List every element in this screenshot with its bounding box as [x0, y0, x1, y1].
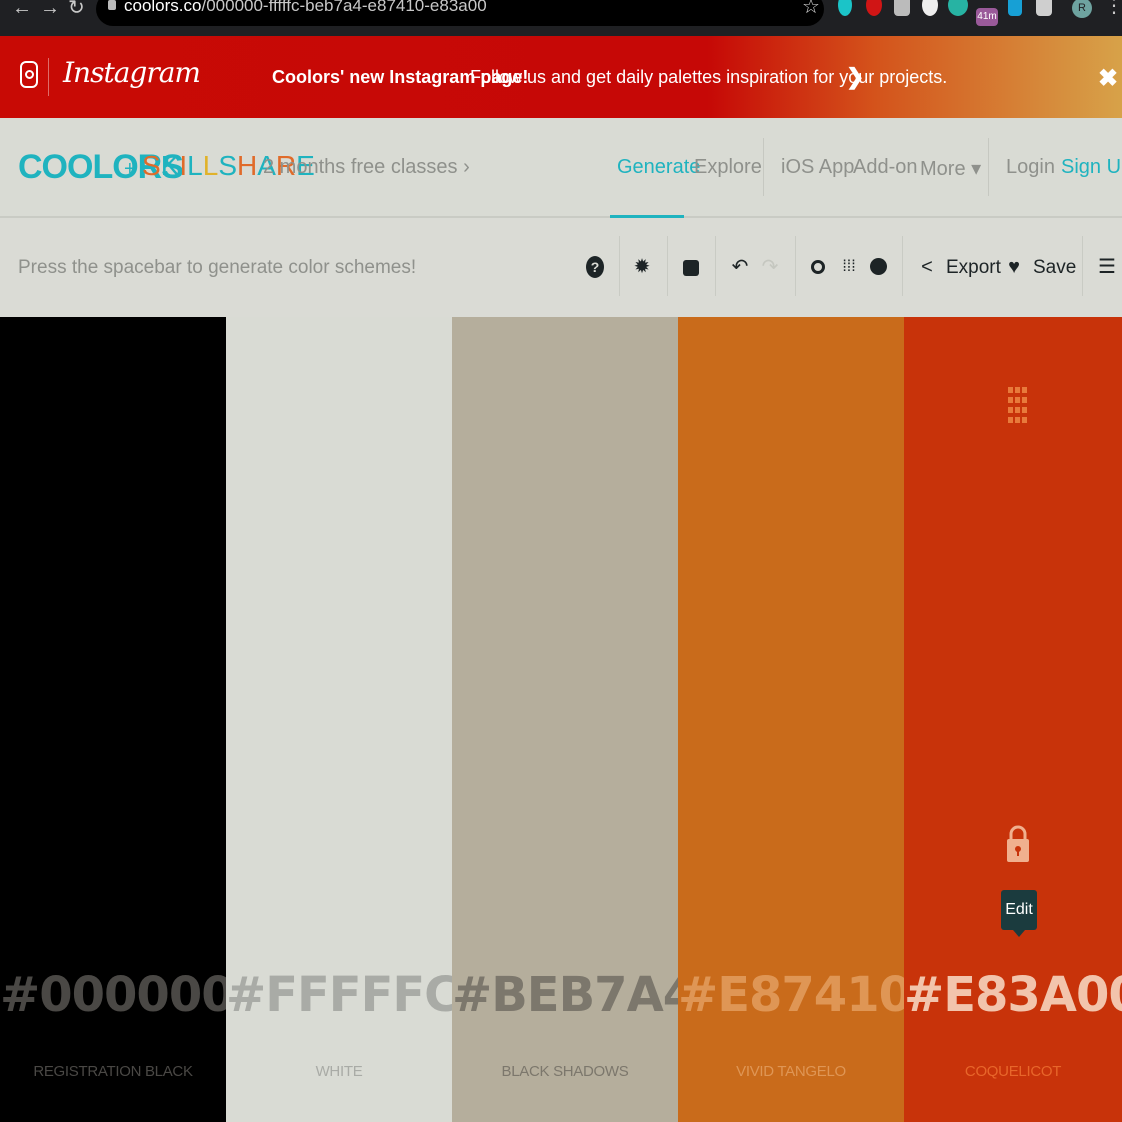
instagram-icon [20, 61, 38, 88]
divider [48, 58, 49, 96]
forward-icon[interactable]: → [40, 0, 60, 18]
profile-avatar[interactable]: R [1072, 0, 1092, 18]
color-name: WHITE [315, 1063, 363, 1080]
grid-view-icon[interactable]: ⁞⁞⁞ [840, 256, 858, 278]
contrast-icon[interactable] [870, 258, 887, 275]
close-icon[interactable]: ✖ [1098, 64, 1118, 93]
color-column-4[interactable]: #E87410 VIVID TANGELO [678, 317, 912, 1122]
color-name: BLACK SHADOWS [501, 1063, 629, 1080]
url-text: coolors.co/000000-fffffc-beb7a4-e87410-e… [124, 0, 487, 15]
divider [763, 138, 764, 196]
drag-handle-icon[interactable] [1008, 387, 1028, 425]
extension-icon[interactable] [838, 0, 852, 16]
extension-icon[interactable] [1008, 0, 1022, 16]
color-hex[interactable]: #E87410 [678, 967, 912, 1023]
divider [619, 236, 620, 296]
extension-icon[interactable] [866, 0, 882, 16]
undo-icon[interactable]: ↶ [731, 256, 749, 278]
bookmark-star-icon[interactable]: ☆ [802, 0, 820, 19]
export-button[interactable]: Export [946, 257, 1001, 279]
lock-icon [108, 0, 116, 10]
instagram-wordmark: Instagram [63, 56, 201, 89]
nav-explore[interactable]: Explore [694, 156, 762, 179]
reload-icon[interactable]: ↻ [68, 0, 85, 18]
color-column-5[interactable]: Edit #E83A00 COQUELICOT [904, 317, 1122, 1122]
banner-message: Follow us and get daily palettes inspira… [470, 67, 948, 87]
redo-icon[interactable]: ↷ [761, 256, 779, 278]
color-column-2[interactable]: #FFFFFC WHITE [226, 317, 459, 1122]
divider [667, 236, 668, 296]
divider [715, 236, 716, 296]
color-hex[interactable]: #000000 [0, 967, 235, 1023]
nav-login[interactable]: Login [1006, 156, 1055, 179]
address-bar[interactable]: coolors.co/000000-fffffc-beb7a4-e87410-e… [96, 0, 824, 26]
nav-signup[interactable]: Sign Up [1061, 156, 1122, 179]
share-icon[interactable]: < [918, 256, 936, 278]
color-name: REGISTRATION BLACK [33, 1063, 193, 1080]
extension-icon[interactable] [894, 0, 910, 16]
menu-icon[interactable]: ⋮ [1104, 0, 1122, 16]
nav-addon[interactable]: Add-on [853, 156, 918, 179]
hamburger-menu-icon[interactable]: ☰ [1098, 256, 1116, 278]
lock-icon[interactable] [1006, 824, 1030, 862]
save-icon[interactable]: ♥ [1006, 256, 1022, 278]
instagram-banner[interactable]: Instagram Coolors' new Instagram page! F… [0, 36, 1122, 118]
back-icon[interactable]: ← [12, 0, 32, 18]
nav-more[interactable]: More ▾ [920, 156, 981, 181]
color-hex[interactable]: #BEB7A4 [452, 967, 696, 1023]
color-hex[interactable]: #E83A00 [904, 967, 1122, 1023]
color-picker-icon[interactable] [811, 260, 825, 274]
color-column-1[interactable]: #000000 REGISTRATION BLACK [0, 317, 235, 1122]
color-hex[interactable]: #FFFFFC [226, 967, 459, 1023]
divider [988, 138, 989, 196]
grammarly-icon[interactable] [948, 0, 968, 16]
divider [902, 236, 903, 296]
nav-generate[interactable]: Generate [617, 156, 700, 179]
plus-sign: + [124, 158, 136, 180]
nav-ios-app[interactable]: iOS App [781, 156, 854, 179]
save-button[interactable]: Save [1033, 257, 1076, 279]
browser-toolbar: ← → ↻ coolors.co/000000-fffffc-beb7a4-e8… [0, 0, 1122, 36]
divider [795, 236, 796, 296]
color-column-3[interactable]: #BEB7A4 BLACK SHADOWS [452, 317, 696, 1122]
timer-badge[interactable]: 41m [976, 8, 998, 26]
promo-link[interactable]: 2 months free classes › [263, 156, 470, 179]
generator-toolbar: Press the spacebar to generate color sch… [0, 218, 1122, 317]
extension-icon[interactable] [1036, 0, 1052, 16]
extension-icon[interactable] [922, 0, 938, 16]
camera-icon[interactable] [683, 260, 699, 276]
help-icon[interactable]: ? [586, 256, 604, 278]
site-header: COOLORS + SKILLSHARE 2 months free class… [0, 118, 1122, 218]
gear-icon[interactable]: ✹ [632, 256, 652, 278]
color-name: COQUELICOT [964, 1063, 1062, 1080]
edit-tooltip: Edit [1001, 890, 1037, 937]
spacebar-hint: Press the spacebar to generate color sch… [18, 257, 417, 278]
divider [1082, 236, 1083, 296]
chevron-right-icon[interactable]: ❯ [846, 64, 864, 90]
color-name: VIVID TANGELO [736, 1063, 846, 1080]
